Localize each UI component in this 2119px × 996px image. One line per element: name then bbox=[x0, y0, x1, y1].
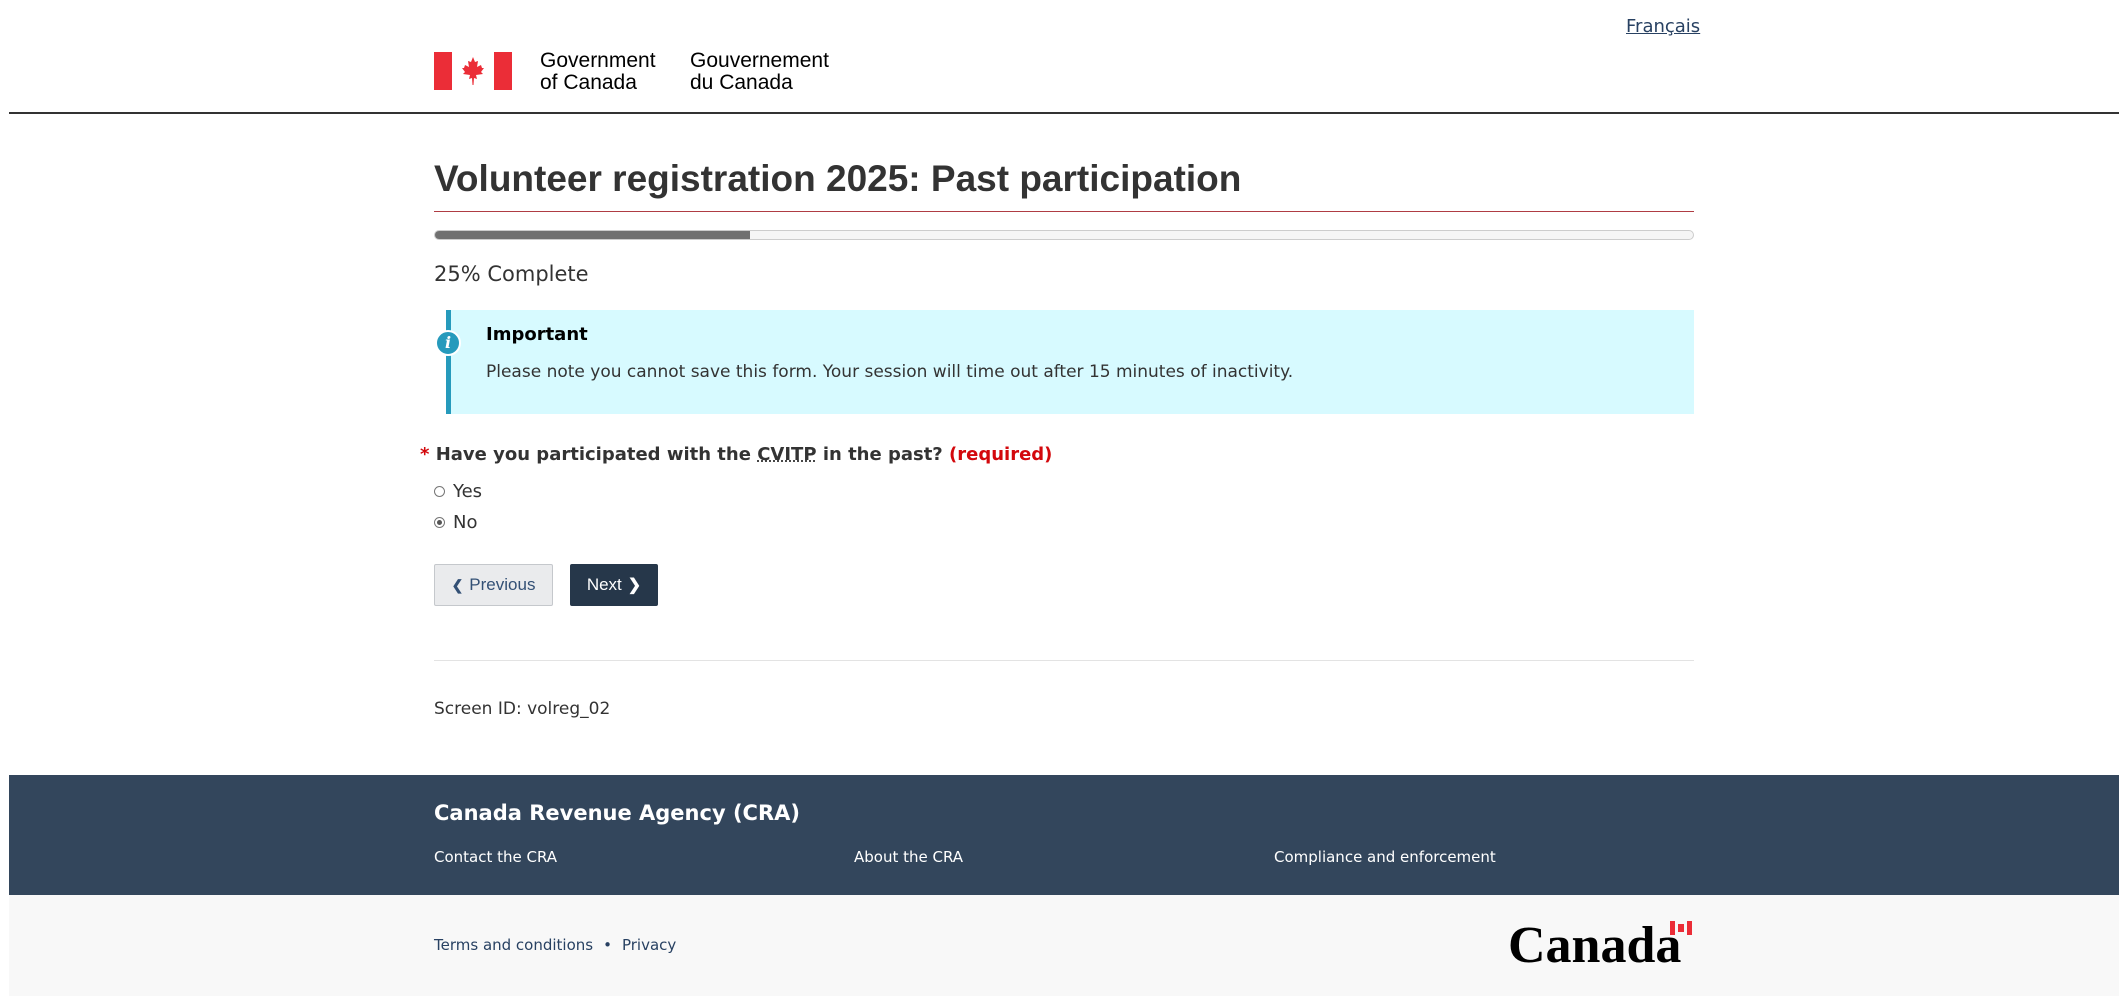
required-asterisk: * bbox=[420, 444, 430, 465]
signature-french: Gouvernement du Canada bbox=[690, 49, 829, 94]
question-text-end: in the past? bbox=[822, 444, 943, 465]
progress-label: 25% Complete bbox=[434, 262, 589, 286]
title-underline bbox=[434, 211, 1694, 212]
maple-leaf-icon bbox=[462, 57, 484, 85]
footer-sub-links: Terms and conditions • Privacy bbox=[434, 936, 676, 954]
cvitp-abbreviation: CVITP bbox=[757, 444, 817, 465]
info-icon: i bbox=[435, 330, 461, 356]
government-of-canada-signature[interactable]: Government of Canada Gouvernement du Can… bbox=[434, 49, 829, 94]
language-toggle-link[interactable]: Français bbox=[1626, 16, 1700, 37]
footer-link-contact[interactable]: Contact the CRA bbox=[434, 848, 557, 866]
canada-wordmark: Canada bbox=[1508, 917, 1682, 974]
required-label: (required) bbox=[949, 444, 1053, 465]
previous-button[interactable]: ❮ Previous bbox=[434, 564, 553, 606]
content-divider bbox=[434, 660, 1694, 661]
question-label: * Have you participated with the CVITP i… bbox=[420, 444, 1052, 465]
radio-yes-label: Yes bbox=[453, 481, 483, 502]
footer-title: Canada Revenue Agency (CRA) bbox=[434, 801, 800, 825]
next-button-label: Next bbox=[586, 575, 622, 594]
alert-body: Please note you cannot save this form. Y… bbox=[486, 362, 1294, 382]
previous-button-label: Previous bbox=[469, 575, 536, 594]
radio-yes[interactable] bbox=[434, 486, 445, 497]
chevron-right-icon: ❯ bbox=[627, 577, 642, 594]
footer-link-about[interactable]: About the CRA bbox=[854, 848, 963, 866]
next-button[interactable]: Next ❯ bbox=[570, 564, 658, 606]
progress-bar-fill bbox=[435, 231, 750, 239]
radio-option-no[interactable]: No bbox=[434, 512, 477, 533]
page-title: Volunteer registration 2025: Past partic… bbox=[434, 158, 1242, 199]
signature-english: Government of Canada bbox=[540, 49, 656, 94]
radio-option-yes[interactable]: Yes bbox=[434, 481, 482, 502]
wordmark-flag-icon bbox=[1670, 921, 1692, 935]
footer-link-compliance[interactable]: Compliance and enforcement bbox=[1274, 848, 1496, 866]
radio-no-label: No bbox=[453, 512, 478, 533]
alert-accent-bar bbox=[446, 310, 451, 414]
privacy-link[interactable]: Privacy bbox=[622, 936, 676, 954]
terms-link[interactable]: Terms and conditions bbox=[434, 936, 593, 954]
footer-sub bbox=[9, 895, 2119, 996]
question-text-start: Have you participated with the bbox=[435, 444, 751, 465]
link-separator: • bbox=[603, 936, 612, 954]
progress-bar bbox=[434, 230, 1694, 240]
header-divider bbox=[9, 112, 2119, 114]
screen-id: Screen ID: volreg_02 bbox=[434, 699, 611, 719]
chevron-left-icon: ❮ bbox=[451, 576, 464, 593]
footer-main bbox=[9, 775, 2119, 895]
alert-heading: Important bbox=[486, 324, 588, 345]
canada-flag-icon bbox=[434, 52, 512, 90]
radio-no[interactable] bbox=[434, 517, 445, 528]
